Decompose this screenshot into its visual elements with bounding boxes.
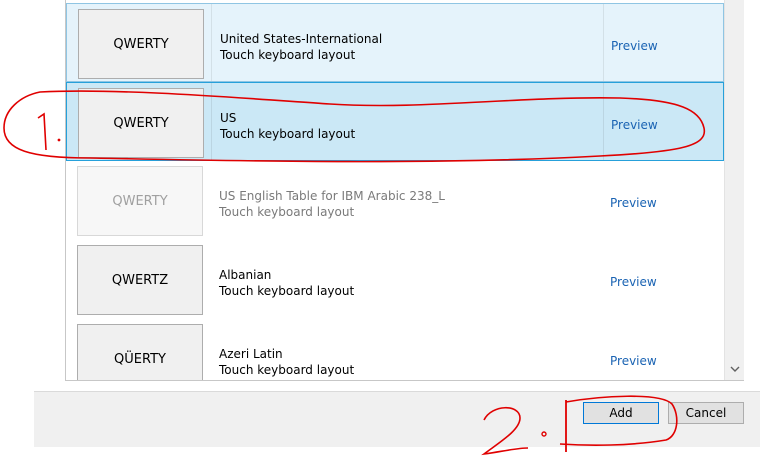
dialog-footer: Add Cancel <box>34 391 760 447</box>
chevron-down-icon[interactable] <box>729 362 741 376</box>
layout-description: Albanian Touch keyboard layout <box>219 267 354 299</box>
column-divider <box>211 83 212 160</box>
layout-type: Touch keyboard layout <box>219 205 355 219</box>
layout-name: Albanian <box>219 268 272 282</box>
list-border <box>65 380 744 381</box>
layout-row-albanian[interactable]: QWERTZ Albanian Touch keyboard layout Pr… <box>66 240 724 319</box>
layout-description: Azeri Latin Touch keyboard layout <box>219 346 354 378</box>
layout-description: US English Table for IBM Arabic 238_L To… <box>219 188 445 220</box>
layout-row-azeri-latin[interactable]: QÜERTY Azeri Latin Touch keyboard layout… <box>66 319 724 381</box>
layout-tile: QWERTY <box>77 166 203 236</box>
layout-name: Azeri Latin <box>219 347 283 361</box>
annotation-numeral-1 <box>37 112 47 151</box>
layout-list: QWERTY United States-International Touch… <box>66 0 760 381</box>
layout-name: US <box>220 111 237 125</box>
column-divider <box>603 83 604 160</box>
layout-type: Touch keyboard layout <box>219 284 355 298</box>
column-divider <box>211 4 212 81</box>
layout-tile: QWERTY <box>78 9 204 79</box>
vertical-scrollbar[interactable] <box>724 0 744 381</box>
cancel-button[interactable]: Cancel <box>668 402 744 424</box>
layout-tile: QWERTZ <box>77 245 203 315</box>
column-divider <box>603 4 604 81</box>
annotation-step2-label: 2. <box>484 449 486 451</box>
layout-type: Touch keyboard layout <box>219 363 355 377</box>
preview-link[interactable]: Preview <box>611 39 658 53</box>
layout-tile: QWERTY <box>78 88 204 158</box>
annotation-step1-label: 1. <box>30 144 32 146</box>
preview-link[interactable]: Preview <box>610 275 657 289</box>
preview-link[interactable]: Preview <box>611 118 658 132</box>
layout-description: US Touch keyboard layout <box>220 110 355 142</box>
layout-row-us-english-ibm-arabic[interactable]: QWERTY US English Table for IBM Arabic 2… <box>66 161 724 240</box>
preview-link[interactable]: Preview <box>610 196 657 210</box>
layout-tile: QÜERTY <box>77 324 203 381</box>
layout-description: United States-International Touch keyboa… <box>220 31 382 63</box>
layout-name: United States-International <box>220 32 383 46</box>
layout-type: Touch keyboard layout <box>220 48 356 62</box>
layout-row-us[interactable]: QWERTY US Touch keyboard layout Preview <box>66 82 724 161</box>
preview-link[interactable]: Preview <box>610 354 657 368</box>
add-button[interactable]: Add <box>583 402 659 424</box>
layout-row-us-international[interactable]: QWERTY United States-International Touch… <box>66 3 724 82</box>
layout-type: Touch keyboard layout <box>220 127 356 141</box>
layout-name: US English Table for IBM Arabic 238_L <box>219 189 445 203</box>
